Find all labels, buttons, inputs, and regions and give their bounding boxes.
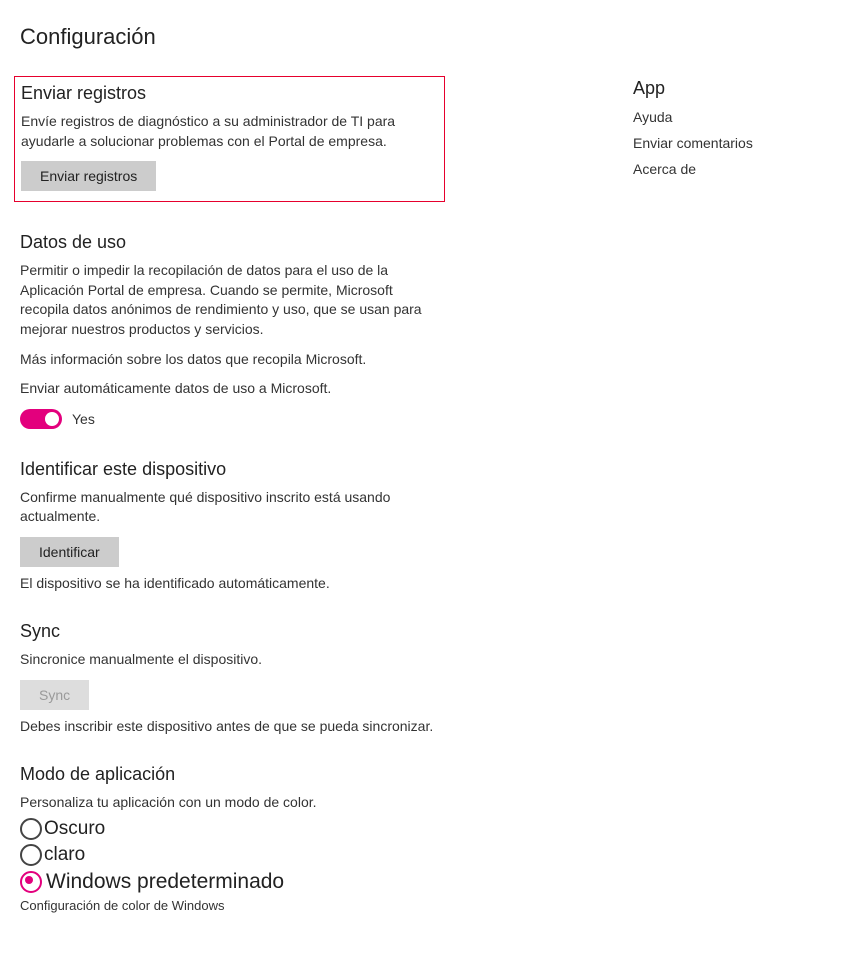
send-logs-button[interactable]: Enviar registros <box>21 161 156 191</box>
sidebar-link-about[interactable]: Acerca de <box>633 161 833 177</box>
sync-button: Sync <box>20 680 89 710</box>
radio-label: Oscuro <box>44 818 105 840</box>
send-logs-section: Enviar registros Envíe registros de diag… <box>14 76 445 202</box>
send-logs-desc: Envíe registros de diagnóstico a su admi… <box>21 112 436 151</box>
radio-dot-icon <box>25 876 33 884</box>
identify-status: El dispositivo se ha identificado automá… <box>20 575 440 591</box>
toggle-state-label: Yes <box>72 411 95 427</box>
send-logs-title: Enviar registros <box>21 83 436 104</box>
usage-data-section: Datos de uso Permitir o impedir la recop… <box>20 232 440 429</box>
app-sidebar: App Ayuda Enviar comentarios Acerca de <box>633 24 833 943</box>
sync-title: Sync <box>20 621 440 642</box>
sidebar-link-feedback[interactable]: Enviar comentarios <box>633 135 833 151</box>
radio-label: claro <box>44 844 85 866</box>
identify-button[interactable]: Identificar <box>20 537 119 567</box>
usage-data-title: Datos de uso <box>20 232 440 253</box>
app-mode-option-dark[interactable]: Oscuro <box>20 818 440 840</box>
usage-data-autosend-label: Enviar automáticamente datos de uso a Mi… <box>20 379 440 399</box>
usage-data-more-info[interactable]: Más información sobre los datos que reco… <box>20 350 440 370</box>
identify-desc: Confirme manualmente qué dispositivo ins… <box>20 488 440 527</box>
app-mode-desc: Personaliza tu aplicación con un modo de… <box>20 793 440 813</box>
sync-section: Sync Sincronice manualmente el dispositi… <box>20 621 440 734</box>
identify-title: Identificar este dispositivo <box>20 459 440 480</box>
sidebar-link-help[interactable]: Ayuda <box>633 109 833 125</box>
identify-section: Identificar este dispositivo Confirme ma… <box>20 459 440 591</box>
app-mode-option-windows-default[interactable]: Windows predeterminado <box>20 870 440 894</box>
app-mode-caption: Configuración de color de Windows <box>20 898 440 913</box>
usage-data-toggle[interactable] <box>20 409 62 429</box>
sync-desc: Sincronice manualmente el dispositivo. <box>20 650 440 670</box>
app-mode-title: Modo de aplicación <box>20 764 440 785</box>
app-mode-section: Modo de aplicación Personaliza tu aplica… <box>20 764 440 914</box>
radio-selected-icon <box>20 871 42 893</box>
app-mode-option-light[interactable]: claro <box>20 844 440 866</box>
toggle-knob-icon <box>45 412 59 426</box>
radio-label: Windows predeterminado <box>46 870 284 894</box>
sidebar-title: App <box>633 78 833 99</box>
radio-icon <box>20 818 42 840</box>
page-title: Configuración <box>20 24 440 50</box>
usage-data-desc: Permitir o impedir la recopilación de da… <box>20 261 440 339</box>
radio-icon <box>20 844 42 866</box>
sync-status: Debes inscribir este dispositivo antes d… <box>20 718 440 734</box>
